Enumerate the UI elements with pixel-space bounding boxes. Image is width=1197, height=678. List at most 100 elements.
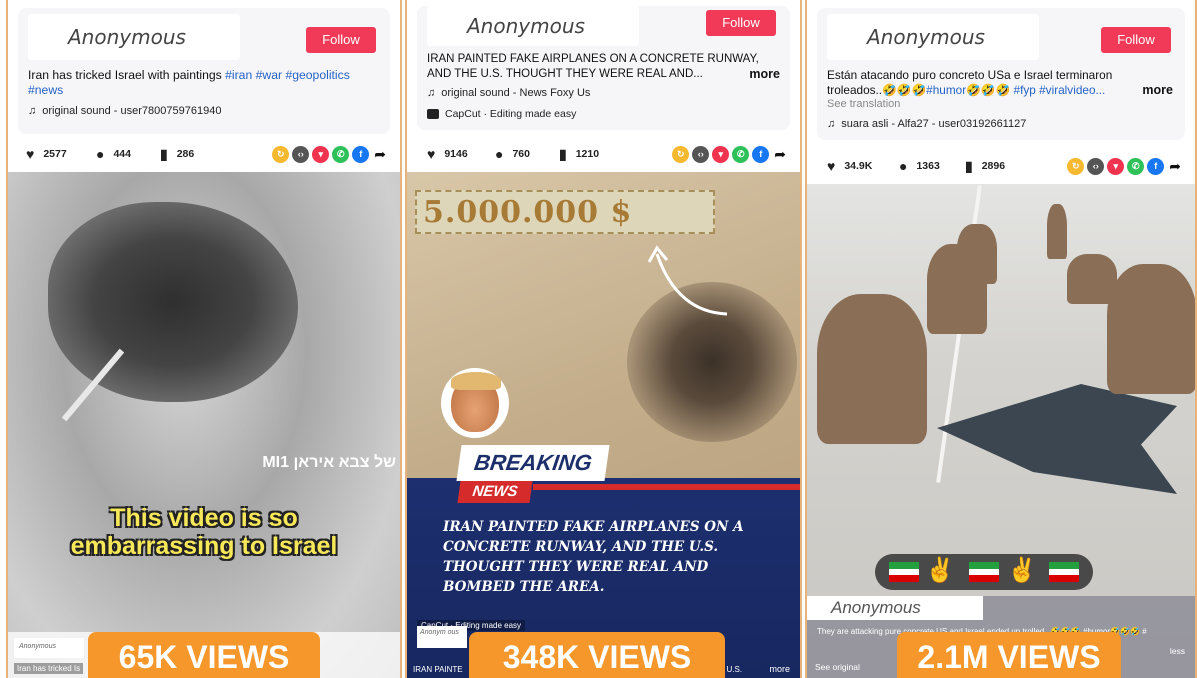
caption-text: Iran has tricked Israel with paintings	[28, 68, 226, 82]
red-stripe	[533, 484, 800, 490]
share-icons: ↻ ‹› ▾ ✆ f ➦	[669, 146, 786, 164]
whatsapp-icon[interactable]: ✆	[332, 146, 350, 164]
save-button[interactable]: ▮ 1210	[559, 140, 599, 168]
save-count: 286	[176, 148, 195, 160]
video-player[interactable]: 5.000.000 $ BREAKING NEWS IRAN PAINTED F…	[407, 172, 800, 678]
facebook-icon[interactable]: f	[752, 146, 770, 164]
heart-icon: ♥	[26, 146, 35, 163]
hashtag-link[interactable]: #viralvideo...	[1039, 83, 1105, 97]
worker-figure	[957, 224, 997, 284]
hashtag-link[interactable]: #war	[256, 68, 282, 82]
heart-icon: ♥	[827, 158, 836, 175]
sound-link[interactable]: ♫ original sound - News Foxy Us	[427, 87, 590, 99]
caption-line: Están atacando puro concreto USa e Israe…	[827, 68, 1113, 82]
caption-line-2: troleados..🤣🤣🤣#humor🤣🤣🤣 #fyp #viralvideo…	[827, 83, 1106, 97]
like-count: 34.9K	[844, 160, 873, 172]
blurred-object	[48, 202, 298, 402]
more-link[interactable]: more	[749, 67, 780, 81]
comment-button[interactable]: ● 444	[96, 140, 131, 168]
share-icons: ↻ ‹› ▾ ✆ f ➦	[269, 146, 386, 164]
like-button[interactable]: ♥ 9146	[427, 140, 468, 168]
post-panel-1: Anonymous Follow Iran has tricked Israel…	[6, 0, 402, 678]
views-badge: 65K VIEWS	[88, 632, 320, 678]
save-button[interactable]: ▮ 286	[160, 140, 194, 168]
hashtag-link[interactable]: #iran	[225, 68, 252, 82]
share-arrow-icon[interactable]: ➦	[774, 146, 786, 163]
money-banner: 5.000.000 $	[415, 190, 715, 234]
facebook-icon[interactable]: f	[1147, 158, 1165, 176]
repost-icon[interactable]: ↻	[272, 146, 290, 164]
video-player[interactable]: ✌ ✌ Anonymous They are attacking pure co…	[807, 184, 1195, 678]
send-icon[interactable]: ▾	[712, 146, 730, 164]
hashtag-link[interactable]: #fyp	[1014, 83, 1036, 97]
author-name[interactable]: Anonymous	[827, 14, 1039, 60]
worker-figure	[1047, 204, 1067, 259]
iran-flag-icon	[1049, 562, 1079, 582]
comment-button[interactable]: ● 1363	[899, 152, 940, 180]
whatsapp-icon[interactable]: ✆	[1127, 158, 1145, 176]
repost-icon[interactable]: ↻	[672, 146, 690, 164]
mini-author: Anonymous	[14, 638, 84, 658]
mini-more-link[interactable]: more	[769, 664, 790, 674]
caption-line: AND THE U.S. THOUGHT THEY WERE REAL AND.…	[427, 68, 703, 80]
subtitle-line: This video is so	[110, 504, 298, 532]
save-button[interactable]: ▮ 2896	[965, 152, 1005, 180]
author-name[interactable]: Anonymous	[427, 6, 639, 46]
caption-line: IRAN PAINTED FAKE AIRPLANES ON A CONCRET…	[427, 53, 759, 65]
embed-icon[interactable]: ‹›	[1087, 158, 1105, 176]
facebook-icon[interactable]: f	[352, 146, 370, 164]
whatsapp-icon[interactable]: ✆	[732, 146, 750, 164]
video-subtitle: This video is so embarrassing to Israel	[8, 504, 400, 560]
video-player[interactable]: MI1 של צבא איראן This video is so embarr…	[8, 172, 400, 678]
comment-icon: ●	[96, 146, 105, 163]
comment-count: 1363	[916, 160, 940, 172]
sound-link[interactable]: ♫ suara asli - Alfa27 - user03192661127	[827, 118, 1026, 130]
see-translation-link[interactable]: See translation	[827, 98, 900, 110]
mini-caption: IRAN PAINTE	[413, 665, 463, 674]
send-icon[interactable]: ▾	[1107, 158, 1125, 176]
sound-label: original sound - News Foxy Us	[441, 87, 591, 99]
engagement-bar: ♥ 2577 ● 444 ▮ 286 ↻ ‹› ▾ ✆ f ➦	[18, 140, 390, 168]
iran-flag-icon	[889, 562, 919, 582]
author-name[interactable]: Anonymous	[28, 14, 240, 60]
capcut-link[interactable]: CapCut · Editing made easy	[427, 108, 576, 120]
curved-arrow-icon	[647, 245, 728, 316]
post-panel-2: Anonymous Follow IRAN PAINTED FAKE AIRPL…	[405, 0, 802, 678]
see-original-link[interactable]: See original	[815, 662, 860, 672]
mini-author: Anonymous	[807, 596, 983, 620]
views-badge: 348K VIEWS	[469, 632, 725, 678]
follow-button[interactable]: Follow	[706, 10, 776, 36]
follow-button[interactable]: Follow	[1101, 27, 1171, 53]
capcut-label: CapCut · Editing made easy	[445, 108, 577, 120]
sound-link[interactable]: ♫ original sound - user7800759761940	[28, 105, 221, 117]
hashtag-link[interactable]: #geopolitics	[285, 68, 349, 82]
engagement-bar: ♥ 34.9K ● 1363 ▮ 2896 ↻ ‹› ▾ ✆ f ➦	[817, 152, 1185, 180]
music-note-icon: ♫	[427, 87, 436, 99]
like-button[interactable]: ♥ 34.9K	[827, 152, 872, 180]
portrait-avatar	[441, 368, 509, 438]
share-arrow-icon[interactable]: ➦	[374, 146, 386, 163]
hashtag-link[interactable]: #humor	[926, 83, 966, 97]
like-button[interactable]: ♥ 2577	[26, 140, 67, 168]
painted-airplane	[937, 384, 1177, 494]
mini-caption: Iran has tricked Is	[14, 663, 84, 674]
embed-icon[interactable]: ‹›	[692, 146, 710, 164]
follow-button[interactable]: Follow	[306, 27, 376, 53]
music-note-icon: ♫	[827, 118, 836, 130]
breaking-label: BREAKING	[456, 445, 610, 481]
comment-icon: ●	[495, 146, 504, 163]
post-caption: Iran has tricked Israel with paintings #…	[28, 68, 380, 98]
mini-author: Anonym ous	[417, 626, 467, 648]
post-header: Anonymous Follow IRAN PAINTED FAKE AIRPL…	[417, 6, 790, 130]
more-link[interactable]: more	[1142, 83, 1173, 97]
less-link[interactable]: less	[1170, 646, 1185, 656]
like-count: 9146	[444, 148, 468, 160]
comment-button[interactable]: ● 760	[495, 140, 530, 168]
share-arrow-icon[interactable]: ➦	[1169, 158, 1181, 175]
repost-icon[interactable]: ↻	[1067, 158, 1085, 176]
send-icon[interactable]: ▾	[312, 146, 330, 164]
embed-icon[interactable]: ‹›	[292, 146, 310, 164]
hashtag-link[interactable]: #news	[28, 83, 63, 97]
capcut-icon	[427, 109, 439, 120]
comment-icon: ●	[899, 158, 908, 175]
